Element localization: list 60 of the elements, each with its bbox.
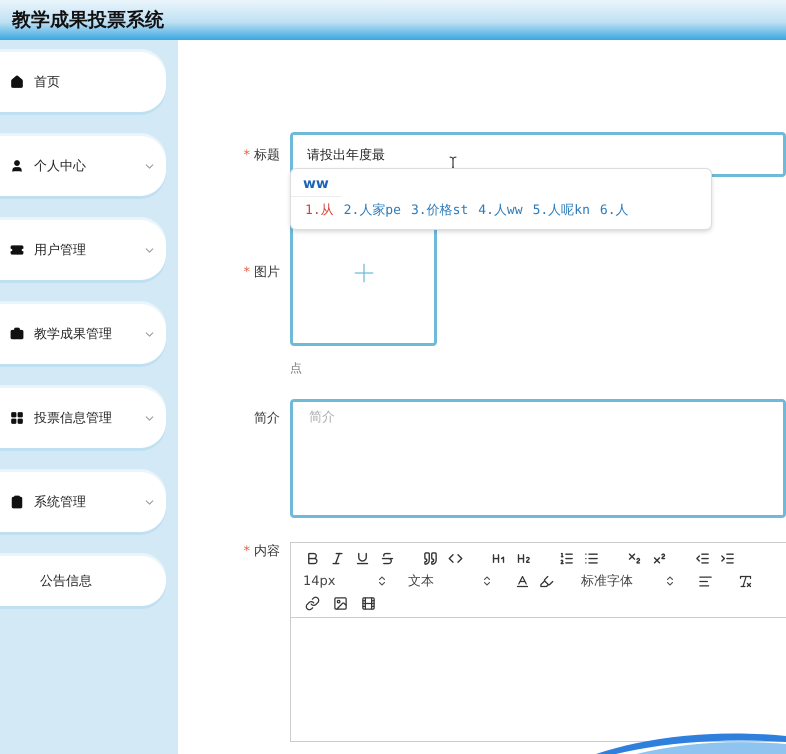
user-icon (10, 159, 24, 173)
ticket-icon (10, 243, 24, 257)
menu-item[interactable]: 系统管理 (0, 472, 166, 532)
indent-icon (720, 551, 734, 566)
heading-one-icon (490, 551, 506, 566)
summary-textarea[interactable]: 简介 (290, 399, 786, 518)
required-mark: * (244, 148, 250, 163)
highlighter-icon (538, 574, 554, 588)
required-mark: * (244, 544, 250, 559)
ime-candidate[interactable]: 2.人家pe (344, 201, 401, 219)
menu-item[interactable]: 公告信息 (0, 556, 166, 606)
clipboard-icon (10, 495, 24, 509)
ime-candidate[interactable]: 6.人 (600, 201, 629, 219)
briefcase-icon (10, 327, 24, 341)
toolbar-select[interactable]: 14px (303, 574, 388, 588)
bullet-list-icon (584, 551, 598, 566)
outdent-icon (694, 551, 710, 566)
grid-icon (10, 411, 24, 425)
link-icon (304, 596, 320, 611)
menu-item[interactable]: 首页 (0, 52, 166, 112)
field-label: 图片 (254, 265, 280, 280)
select-caret-icon (481, 575, 493, 587)
strikethrough-icon (380, 551, 394, 566)
menu-item[interactable]: 个人中心 (0, 136, 166, 196)
ime-candidate[interactable]: 3.价格st (410, 201, 468, 219)
app-title: 教学成果投票系统 (12, 8, 164, 33)
home-icon (10, 75, 24, 89)
field-label: 简介 (254, 411, 280, 426)
italic-icon (330, 551, 344, 566)
bullet-list-button[interactable] (582, 551, 600, 566)
field-label: 内容 (254, 544, 280, 559)
upload-hint: 点 (290, 360, 302, 377)
align-left-icon (698, 574, 712, 588)
ime-candidate[interactable]: 5.人呢kn (532, 201, 590, 219)
code-icon (448, 551, 462, 566)
select-caret-icon (664, 575, 676, 587)
menu-item[interactable]: 投票信息管理 (0, 388, 166, 448)
underline-icon (354, 551, 370, 566)
link-button[interactable] (303, 596, 321, 611)
image-icon (332, 596, 348, 611)
menu-item[interactable]: 教学成果管理 (0, 304, 166, 364)
subscript-icon (626, 551, 642, 566)
font-color-icon (514, 574, 530, 588)
required-mark: * (244, 265, 250, 280)
select-caret-icon (376, 575, 388, 587)
ime-candidate[interactable]: 1.从 (305, 201, 334, 219)
toolbar-select[interactable]: 标准字体 (581, 572, 676, 590)
ime-composition: ww (291, 169, 341, 197)
quote-button[interactable] (421, 551, 439, 566)
superscript-icon (652, 551, 666, 566)
ime-candidate[interactable]: 4.人ww (478, 201, 523, 219)
quote-icon (422, 551, 438, 566)
film-icon (360, 596, 376, 611)
field-label: 标题 (254, 148, 280, 163)
heading-two-icon (516, 551, 530, 566)
ordered-list-icon (558, 551, 574, 566)
code-button[interactable] (446, 551, 464, 566)
toolbar-select[interactable]: 文本 (408, 572, 493, 590)
clear-format-icon (738, 574, 752, 588)
menu-item[interactable]: 用户管理 (0, 220, 166, 280)
